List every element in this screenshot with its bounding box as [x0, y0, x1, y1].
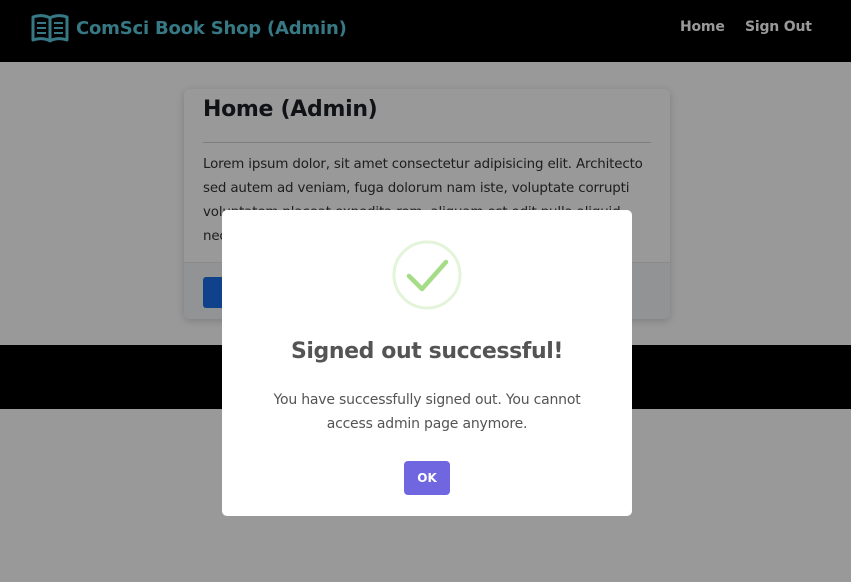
dialog-title: Signed out successful! — [290, 339, 564, 364]
ok-button[interactable]: OK — [404, 461, 450, 495]
success-checkmark-icon — [392, 240, 462, 310]
dialog-message: You have successfully signed out. You ca… — [273, 392, 581, 432]
signout-success-dialog: Signed out successful! You have successf… — [222, 210, 632, 516]
